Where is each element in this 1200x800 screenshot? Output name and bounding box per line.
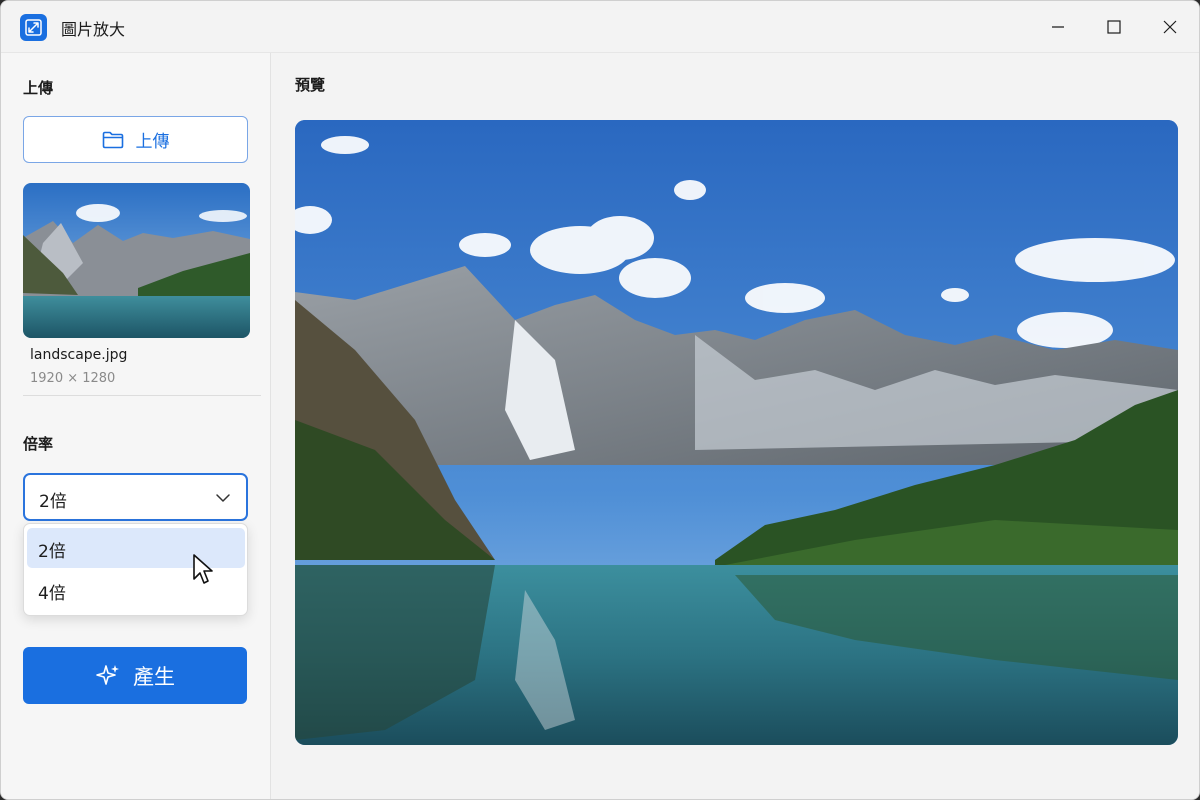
title-bar: 圖片放大 (1, 1, 1199, 53)
scale-section-label: 倍率 (23, 435, 54, 453)
scale-select[interactable]: 2倍 (23, 473, 248, 521)
expand-icon (20, 14, 47, 41)
preview-image (295, 120, 1178, 745)
mouse-cursor-icon (193, 554, 213, 584)
landscape-thumbnail-image (23, 183, 250, 338)
upload-button-label: 上傳 (135, 132, 170, 152)
landscape-preview-image (295, 120, 1178, 745)
folder-icon (102, 131, 123, 148)
file-dimensions: 1920 × 1280 (30, 371, 116, 386)
chevron-down-icon (216, 494, 230, 502)
maximize-button[interactable] (1100, 13, 1128, 41)
minimize-icon (1052, 26, 1064, 28)
divider (23, 395, 261, 396)
close-button[interactable] (1156, 13, 1184, 41)
main-panel: 預覽 (271, 53, 1199, 799)
window-title: 圖片放大 (61, 20, 126, 39)
image-thumbnail[interactable] (23, 183, 250, 338)
sidebar: 上傳 上傳 landscape.jpg 1920 × 1280 倍率 2倍 2倍… (1, 53, 271, 799)
sparkle-icon (96, 664, 119, 685)
upload-button[interactable]: 上傳 (23, 116, 248, 163)
file-name: landscape.jpg (30, 347, 128, 363)
scale-option-label: 2倍 (38, 542, 66, 562)
scale-select-value: 2倍 (39, 492, 67, 512)
app-window: 圖片放大 上傳 上傳 landscape.jpg 1920 × 1280 倍率 … (0, 0, 1200, 800)
generate-button-label: 產生 (133, 664, 175, 689)
close-icon (1163, 20, 1177, 34)
preview-label: 預覽 (295, 76, 326, 94)
minimize-button[interactable] (1044, 13, 1072, 41)
upload-section-label: 上傳 (23, 79, 54, 97)
generate-button[interactable]: 產生 (23, 647, 247, 704)
maximize-icon (1107, 20, 1121, 34)
scale-option-label: 4倍 (38, 584, 66, 604)
